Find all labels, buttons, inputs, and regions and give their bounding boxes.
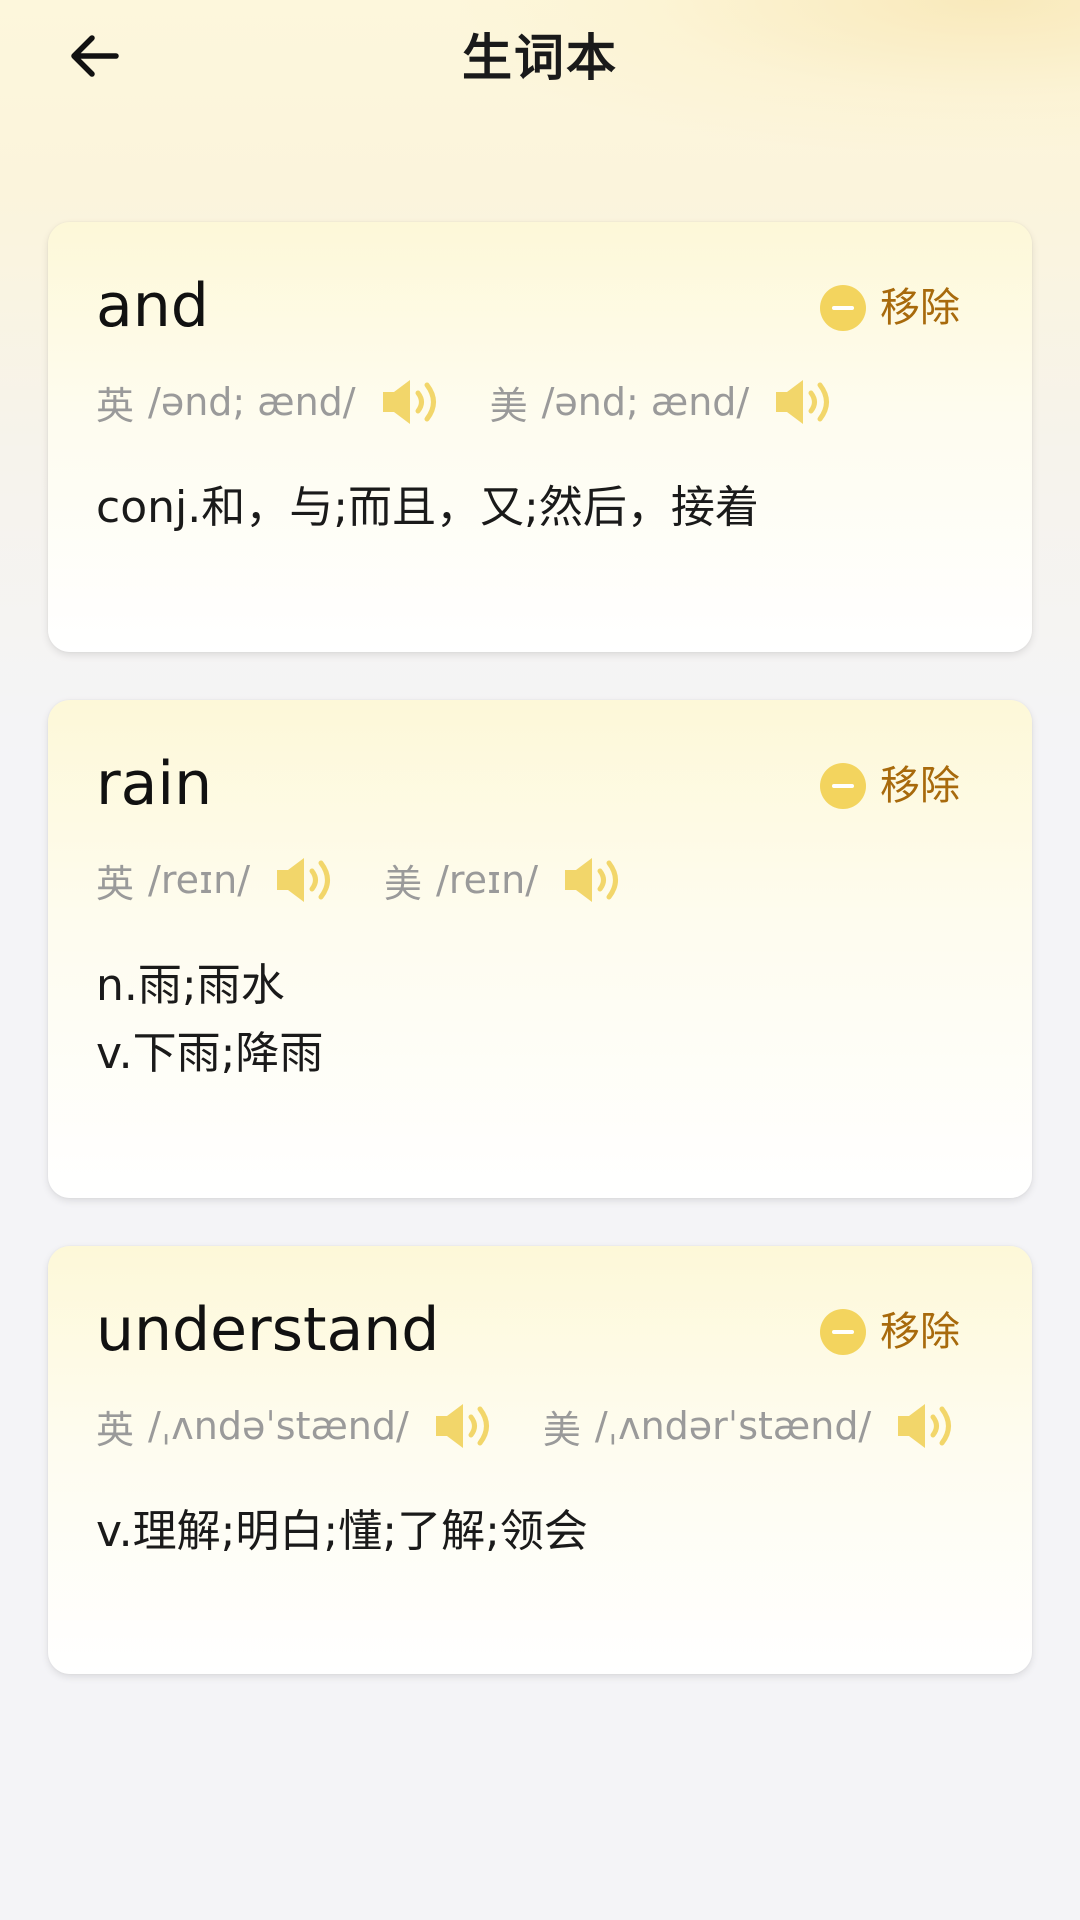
definition: v.理解;明白;懂;了解;领会: [96, 1498, 588, 1566]
page-title: 生词本: [462, 29, 618, 87]
minus-circle-icon: [820, 285, 866, 331]
definition: n.雨;雨水 v.下雨;降雨: [96, 952, 323, 1088]
word-card: understand 移除 英 /ˌʌndəˈstænd/ 美 /ˌʌndərˈ…: [48, 1246, 1032, 1674]
phonetic-us-label: 美: [489, 383, 528, 428]
phonetic-uk-label: 英: [96, 1407, 135, 1452]
definition-line: n.雨;雨水: [96, 960, 285, 1011]
definition: conj.和，与;而且，又;然后，接着: [96, 474, 759, 542]
remove-button[interactable]: 移除: [820, 760, 960, 812]
phonetic-uk: 英 /ənd; ænd/: [96, 375, 442, 430]
remove-button[interactable]: 移除: [820, 1306, 960, 1358]
phonetics-row: 英 /ənd; ænd/ 美 /ənd; ænd/: [96, 374, 883, 430]
definition-line: v.下雨;降雨: [96, 1028, 324, 1079]
phonetics-row: 英 /ˌʌndəˈstænd/ 美 /ˌʌndərˈstænd/: [96, 1398, 1032, 1454]
remove-button[interactable]: 移除: [820, 282, 960, 334]
word-text: rain: [96, 749, 213, 819]
phonetic-uk-label: 英: [96, 861, 135, 906]
phonetic-us: 美 /ˌʌndərˈstænd/: [543, 1399, 957, 1454]
phonetic-uk-label: 英: [96, 383, 135, 428]
word-card: and 移除 英 /ənd; ænd/ 美 /ənd; ænd/ conj.和，…: [48, 222, 1032, 652]
phonetic-us-label: 美: [384, 861, 423, 906]
remove-label: 移除: [880, 1309, 960, 1355]
phonetic-us: 美 /ənd; ænd/: [490, 375, 836, 430]
phonetic-uk-ipa: /ənd; ænd/: [148, 380, 356, 424]
speaker-icon[interactable]: [562, 855, 624, 905]
speaker-icon[interactable]: [773, 377, 835, 427]
word-text: understand: [96, 1295, 440, 1365]
definition-line: conj.和，与;而且，又;然后，接着: [96, 482, 759, 533]
remove-label: 移除: [880, 763, 960, 809]
phonetic-us: 美 /reɪn/: [384, 853, 624, 908]
phonetic-us-ipa: /ˌʌndərˈstænd/: [594, 1404, 872, 1448]
phonetic-uk-ipa: /reɪn/: [148, 858, 250, 902]
app-header: 生词本: [0, 0, 1080, 120]
speaker-icon[interactable]: [274, 855, 336, 905]
minus-circle-icon: [820, 1309, 866, 1355]
word-text: and: [96, 271, 209, 341]
phonetic-uk: 英 /ˌʌndəˈstænd/: [96, 1399, 495, 1454]
phonetic-us-label: 美: [542, 1407, 581, 1452]
speaker-icon[interactable]: [380, 377, 442, 427]
minus-circle-icon: [820, 763, 866, 809]
phonetic-us-ipa: /reɪn/: [436, 858, 538, 902]
definition-line: v.理解;明白;懂;了解;领会: [96, 1506, 588, 1557]
phonetics-row: 英 /reɪn/ 美 /reɪn/: [96, 852, 672, 908]
phonetic-uk-ipa: /ˌʌndəˈstænd/: [148, 1404, 409, 1448]
remove-label: 移除: [880, 285, 960, 331]
phonetic-us-ipa: /ənd; ænd/: [541, 380, 750, 424]
speaker-icon[interactable]: [895, 1401, 957, 1451]
word-card: rain 移除 英 /reɪn/ 美 /reɪn/ n.雨;雨水 v.下雨;降雨: [48, 700, 1032, 1198]
speaker-icon[interactable]: [433, 1401, 495, 1451]
phonetic-uk: 英 /reɪn/: [96, 853, 336, 908]
